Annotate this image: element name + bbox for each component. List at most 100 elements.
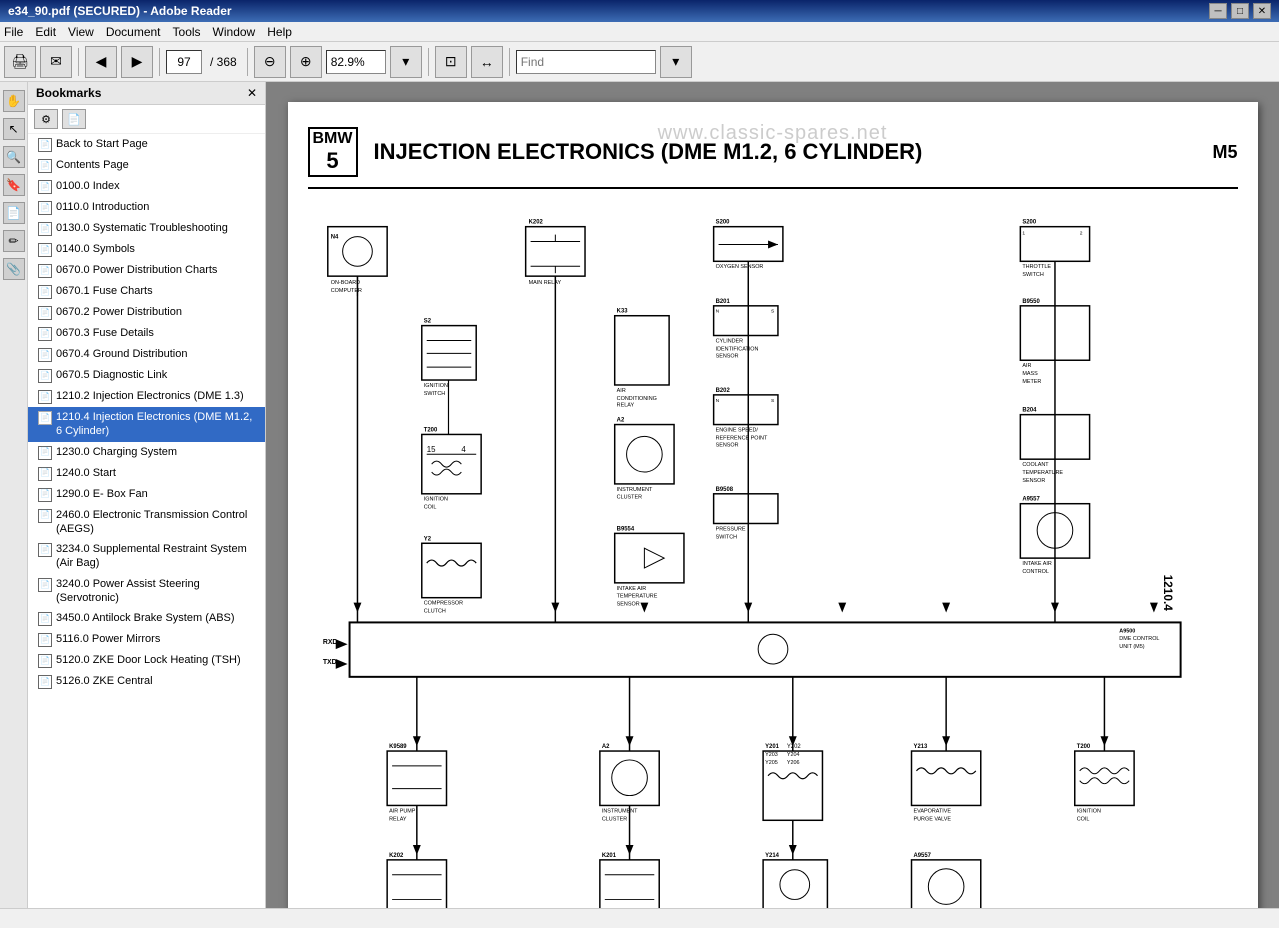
svg-text:Y206: Y206	[786, 760, 799, 766]
bookmark-item-21[interactable]: 📄5116.0 Power Mirrors	[28, 629, 265, 650]
svg-text:CYLINDER: CYLINDER	[715, 338, 743, 344]
bookmark-item-12[interactable]: 📄1210.2 Injection Electronics (DME 1.3)	[28, 386, 265, 407]
svg-text:SENSOR: SENSOR	[1022, 478, 1045, 484]
svg-text:SWITCH: SWITCH	[423, 391, 445, 397]
svg-text:Y2: Y2	[423, 536, 431, 542]
forward-button[interactable]: ▶	[121, 46, 153, 78]
svg-text:B9508: B9508	[715, 487, 733, 493]
menu-tools[interactable]: Tools	[173, 25, 201, 39]
bookmark-label-10: 0670.4 Ground Distribution	[56, 347, 259, 361]
bookmark-item-17[interactable]: 📄2460.0 Electronic Transmission Control …	[28, 505, 265, 540]
svg-text:Y202: Y202	[786, 744, 800, 750]
bookmark-item-9[interactable]: 📄0670.3 Fuse Details	[28, 323, 265, 344]
bookmark-item-16[interactable]: 📄1290.0 E- Box Fan	[28, 484, 265, 505]
bookmark-item-19[interactable]: 📄3240.0 Power Assist Steering (Servotron…	[28, 574, 265, 609]
svg-text:IDENTIFICATION: IDENTIFICATION	[715, 346, 758, 352]
bookmark-item-18[interactable]: 📄3234.0 Supplemental Restraint System (A…	[28, 539, 265, 574]
bookmark-item-5[interactable]: 📄0140.0 Symbols	[28, 239, 265, 260]
menu-window[interactable]: Window	[213, 25, 256, 39]
bookmark-item-4[interactable]: 📄0130.0 Systematic Troubleshooting	[28, 218, 265, 239]
bookmark-item-0[interactable]: 📄Back to Start Page	[28, 134, 265, 155]
email-button[interactable]: ✉	[40, 46, 72, 78]
bookmark-icon-23: 📄	[38, 675, 52, 689]
svg-text:A9557: A9557	[913, 853, 931, 859]
select-tool-icon[interactable]: ↖	[3, 118, 25, 140]
window-title: e34_90.pdf (SECURED) - Adobe Reader	[8, 4, 232, 18]
zoom-dropdown[interactable]: ▾	[390, 46, 422, 78]
zoom-out-button[interactable]: ⊖	[254, 46, 286, 78]
bookmark-label-8: 0670.2 Power Distribution	[56, 305, 259, 319]
bookmark-label-4: 0130.0 Systematic Troubleshooting	[56, 221, 259, 235]
sidebar-toolbar: ⚙ 📄	[28, 105, 265, 134]
bookmark-item-1[interactable]: 📄Contents Page	[28, 155, 265, 176]
bookmark-icon-11: 📄	[38, 369, 52, 383]
fit-page-button[interactable]: ⊡	[435, 46, 467, 78]
pages-panel-icon[interactable]: 📄	[3, 202, 25, 224]
bookmark-item-10[interactable]: 📄0670.4 Ground Distribution	[28, 344, 265, 365]
svg-text:CLUTCH: CLUTCH	[423, 609, 445, 615]
maximize-button[interactable]: □	[1231, 3, 1249, 19]
page-number-input[interactable]: 97	[166, 50, 202, 74]
sidebar-new-button[interactable]: 📄	[62, 109, 86, 129]
bookmark-item-14[interactable]: 📄1230.0 Charging System	[28, 442, 265, 463]
signature-icon[interactable]: ✏	[3, 230, 25, 252]
print-button[interactable]: 🖨	[4, 46, 36, 78]
svg-text:TEMPERATURE: TEMPERATURE	[616, 594, 657, 600]
bookmark-label-16: 1290.0 E- Box Fan	[56, 487, 259, 501]
zoom-in-button[interactable]: ⊕	[290, 46, 322, 78]
bookmark-label-5: 0140.0 Symbols	[56, 242, 259, 256]
menu-view[interactable]: View	[68, 25, 94, 39]
bookmark-item-11[interactable]: 📄 0670.5 Diagnostic Link	[28, 365, 265, 386]
svg-text:Y201: Y201	[765, 744, 780, 750]
bmw-num: 5	[326, 148, 338, 174]
bookmark-icon-8: 📄	[38, 306, 52, 320]
bookmark-icon-9: 📄	[38, 327, 52, 341]
bookmark-label-0: Back to Start Page	[56, 137, 259, 151]
svg-text:15: 15	[426, 445, 435, 454]
fit-width-button[interactable]: ↔	[471, 46, 503, 78]
find-dropdown[interactable]: ▾	[660, 46, 692, 78]
menu-file[interactable]: File	[4, 25, 23, 39]
sidebar-close-button[interactable]: ✕	[247, 86, 257, 100]
diagram-header: BMW 5 INJECTION ELECTRONICS (DME M1.2, 6…	[308, 127, 1238, 177]
sidebar-options-button[interactable]: ⚙	[34, 109, 58, 129]
bookmark-item-20[interactable]: 📄3450.0 Antilock Brake System (ABS)	[28, 608, 265, 629]
bookmark-label-15: 1240.0 Start	[56, 466, 259, 480]
svg-text:T200: T200	[423, 427, 437, 433]
zoom-input[interactable]: 82.9%	[326, 50, 386, 74]
menu-edit[interactable]: Edit	[35, 25, 56, 39]
schematic-diagram: N4 ON-BOARD COMPUTER K202 MAIN RELAY	[308, 197, 1238, 908]
menu-help[interactable]: Help	[267, 25, 292, 39]
menu-document[interactable]: Document	[106, 25, 161, 39]
close-button[interactable]: ✕	[1253, 3, 1271, 19]
bookmark-item-13[interactable]: 📄1210.4 Injection Electronics (DME M1.2,…	[28, 407, 265, 442]
bookmark-item-8[interactable]: 📄 0670.2 Power Distribution	[28, 302, 265, 323]
minimize-button[interactable]: ─	[1209, 3, 1227, 19]
find-input[interactable]	[516, 50, 656, 74]
pdf-content: BMW 5 INJECTION ELECTRONICS (DME M1.2, 6…	[288, 102, 1258, 908]
bookmark-item-15[interactable]: 📄 1240.0 Start	[28, 463, 265, 484]
svg-text:N: N	[715, 309, 719, 315]
svg-text:S2: S2	[423, 319, 431, 325]
bookmark-icon-15: 📄	[38, 467, 52, 481]
bookmark-icon-22: 📄	[38, 654, 52, 668]
bookmark-item-2[interactable]: 📄0100.0 Index	[28, 176, 265, 197]
bookmark-item-22[interactable]: 📄5120.0 ZKE Door Lock Heating (TSH)	[28, 650, 265, 671]
svg-text:AIR: AIR	[1022, 363, 1031, 369]
bookmarks-panel-icon[interactable]: 🔖	[3, 174, 25, 196]
pdf-area[interactable]: www.classic-spares.net BMW 5 INJECTION E…	[266, 82, 1279, 908]
svg-text:CLUSTER: CLUSTER	[616, 495, 641, 501]
bmw-label: BMW	[313, 130, 353, 148]
bookmark-item-7[interactable]: 📄0670.1 Fuse Charts	[28, 281, 265, 302]
bookmark-item-6[interactable]: 📄0670.0 Power Distribution Charts	[28, 260, 265, 281]
bookmark-item-23[interactable]: 📄5126.0 ZKE Central	[28, 671, 265, 692]
diagram-title: INJECTION ELECTRONICS (DME M1.2, 6 CYLIN…	[374, 139, 1213, 165]
zoom-tool-icon[interactable]: 🔍	[3, 146, 25, 168]
hand-tool-icon[interactable]: ✋	[3, 90, 25, 112]
attach-icon[interactable]: 📎	[3, 258, 25, 280]
bookmark-item-3[interactable]: 📄0110.0 Introduction	[28, 197, 265, 218]
svg-text:SENSOR: SENSOR	[616, 602, 639, 608]
svg-text:S200: S200	[1022, 220, 1037, 226]
back-button[interactable]: ◀	[85, 46, 117, 78]
bookmark-label-11: 0670.5 Diagnostic Link	[56, 368, 259, 382]
